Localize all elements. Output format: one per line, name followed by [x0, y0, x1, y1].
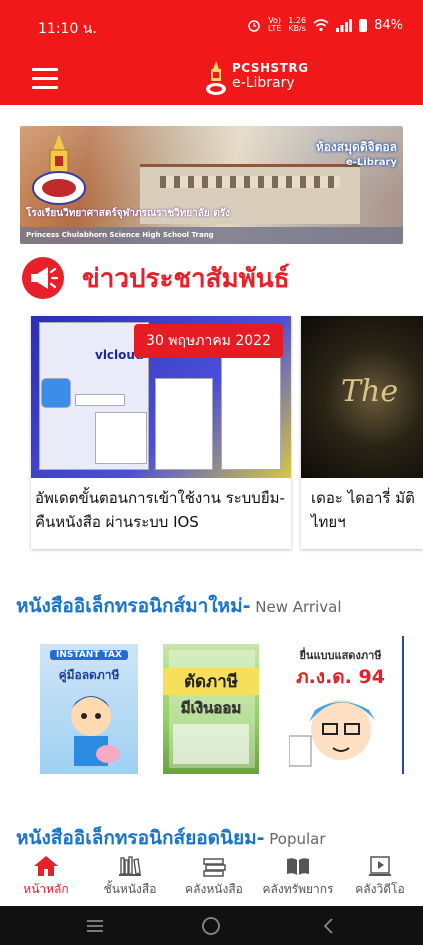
recent-apps-icon[interactable]	[84, 915, 106, 937]
news-card-title: เดอะ ไดอารี่ มัติไทยฯ	[311, 489, 415, 531]
wifi-icon	[313, 18, 329, 31]
nav-book-storage[interactable]: คลังหนังสือ	[172, 854, 256, 899]
book-cover[interactable]: ตัดภาษี มีเงินออม	[163, 644, 259, 774]
cartoon-character-icon	[71, 696, 120, 766]
battery-level: 84%	[374, 17, 403, 33]
nav-resources[interactable]: คลังทรัพยากร	[256, 854, 340, 899]
app-title-line2: e-Library	[232, 75, 295, 91]
signal-icon	[336, 18, 353, 32]
school-banner[interactable]: ห้องสมุดดิจิตอล e-Library โรงเรียนวิทยาศ…	[20, 126, 403, 244]
library-label: ห้องสมุดดิจิตอล e-Library	[315, 140, 397, 168]
megaphone-icon	[22, 257, 64, 299]
date-badge: 30 พฤษภาคม 2022	[134, 324, 283, 358]
app-title: PCSHSTRG e-Library	[232, 61, 308, 91]
volte-label: Vo) LTE	[267, 16, 282, 33]
cartoon-character-icon	[289, 700, 375, 767]
news-image-text: The	[341, 374, 399, 409]
status-time: 11:10 น.	[38, 21, 97, 37]
system-nav-bar	[0, 906, 423, 945]
news-header: ข่าวประชาสัมพันธ์	[22, 257, 290, 299]
status-icons: Vo) LTE 1.26 KB/s 84%	[247, 17, 403, 33]
home-icon	[34, 856, 58, 876]
news-card-image: vlcloud 30 พฤษภาคม 2022	[31, 316, 291, 478]
battery-icon	[359, 18, 368, 32]
news-card-image: The	[301, 316, 423, 478]
video-icon	[369, 856, 391, 876]
book-cover[interactable]: ยื่นแบบแสดงภาษี ภ.ง.ด. 94	[279, 636, 404, 774]
nav-video[interactable]: คลังวิดีโอ	[338, 854, 422, 899]
nav-home[interactable]: หน้าหลัก	[4, 854, 88, 899]
books-stack-icon	[203, 858, 226, 877]
data-speed: 1.26 KB/s	[288, 16, 307, 33]
news-title: ข่าวประชาสัมพันธ์	[82, 263, 290, 294]
bottom-nav: หน้าหลัก ชั้นหนังสือ คลังหนังสือ คลังทรั…	[0, 848, 423, 906]
school-logo-icon	[206, 61, 226, 95]
app-title-line1: PCSHSTRG	[232, 61, 309, 75]
home-button-icon[interactable]	[200, 915, 222, 937]
school-name-th: โรงเรียนวิทยาศาสตร์จุฬาภรณราชวิทยาลัย ตร…	[26, 208, 230, 219]
back-icon[interactable]	[318, 915, 340, 937]
school-name-en: Princess Chulabhorn Science High School …	[20, 227, 403, 244]
news-card[interactable]: vlcloud 30 พฤษภาคม 2022 อัพเดตขั้นตอนการ…	[31, 316, 291, 549]
news-card[interactable]: The เดอะ ไดอารี่ มัติไทยฯ	[301, 316, 423, 549]
menu-icon[interactable]	[32, 68, 58, 90]
school-emblem-icon	[32, 134, 86, 205]
open-book-icon	[287, 858, 309, 875]
news-card-title: อัพเดตขั้นตอนการเข้าใช้งาน ระบบยืม-คืนหน…	[35, 489, 285, 531]
new-arrival-title: หนังสืออิเล็กทรอนิกส์มาใหม่- New Arrival	[16, 595, 342, 617]
bookshelf-icon	[119, 856, 141, 876]
book-cover[interactable]: INSTANT TAX คู่มือลดภาษี	[40, 644, 138, 774]
nav-bookshelf[interactable]: ชั้นหนังสือ	[88, 854, 172, 899]
status-bar: 11:10 น. Vo) LTE 1.26 KB/s 84%	[0, 0, 423, 55]
alarm-icon	[248, 20, 260, 32]
app-bar: PCSHSTRG e-Library	[0, 55, 423, 105]
